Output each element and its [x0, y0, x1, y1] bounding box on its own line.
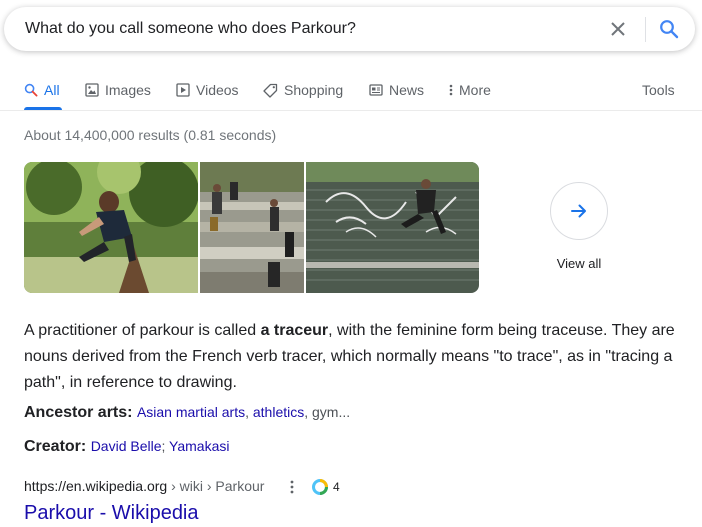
image-thumbnail[interactable]	[24, 162, 198, 293]
video-icon	[176, 83, 190, 97]
image-results	[24, 162, 479, 293]
news-icon	[369, 84, 383, 96]
result-domain: https://en.wikipedia.org	[24, 478, 168, 494]
result-path: › wiki › Parkour	[167, 478, 265, 494]
snippet-text-before: A practitioner of parkour is called	[24, 322, 261, 339]
tab-videos[interactable]: Videos	[176, 82, 239, 98]
ancestor-arts-link[interactable]: Asian martial arts	[137, 404, 245, 420]
search-divider	[645, 17, 646, 42]
tab-more-label: More	[459, 82, 491, 98]
tab-all[interactable]: All	[24, 82, 60, 98]
tabs-divider	[0, 110, 702, 111]
ancestor-arts-more: gym...	[312, 404, 351, 420]
ancestor-arts-label: Ancestor arts:	[24, 404, 133, 421]
search-box[interactable]: What do you call someone who does Parkou…	[4, 7, 695, 51]
search-input[interactable]: What do you call someone who does Parkou…	[25, 20, 356, 38]
creator-link[interactable]: Yamakasi	[169, 438, 229, 454]
image-thumbnail[interactable]	[200, 162, 304, 293]
tag-icon	[263, 83, 278, 98]
image-thumbnail[interactable]	[306, 162, 479, 293]
clear-icon[interactable]	[608, 19, 628, 39]
view-all-button[interactable]	[550, 182, 608, 240]
tools-label: Tools	[642, 82, 675, 98]
tab-more[interactable]: More	[449, 82, 491, 98]
badge-count: 4	[333, 480, 340, 494]
result-stats: About 14,400,000 results (0.81 seconds)	[24, 127, 277, 143]
tab-images-label: Images	[105, 82, 151, 98]
featured-snippet: A practitioner of parkour is called a tr…	[24, 318, 684, 396]
tab-images[interactable]: Images	[85, 82, 151, 98]
creator-link[interactable]: David Belle	[91, 438, 162, 454]
tab-all-label: All	[44, 82, 60, 98]
result-options-icon[interactable]	[286, 478, 298, 496]
ring-icon	[312, 479, 328, 495]
result-url: https://en.wikipedia.org › wiki › Parkou…	[24, 478, 264, 494]
snippet-highlight: a traceur	[260, 322, 329, 339]
tab-shopping-label: Shopping	[284, 82, 344, 98]
result-badge[interactable]: 4	[311, 478, 340, 496]
search-icon	[24, 83, 38, 97]
search-icon[interactable]	[658, 18, 680, 40]
tab-news-label: News	[389, 82, 425, 98]
creator-label: Creator:	[24, 438, 87, 455]
tab-videos-label: Videos	[196, 82, 239, 98]
ancestor-arts-row: Ancestor arts: Asian martial arts, athle…	[24, 404, 351, 421]
tab-news[interactable]: News	[369, 82, 424, 98]
arrow-right-icon	[571, 204, 586, 218]
search-tabs: All Images Videos Shopping News More Too…	[0, 82, 702, 102]
image-icon	[85, 83, 99, 97]
creator-row: Creator: David Belle; Yamakasi	[24, 438, 230, 455]
view-all-label[interactable]: View all	[531, 256, 627, 271]
ancestor-arts-link[interactable]: athletics	[253, 404, 304, 420]
result-title-link[interactable]: Parkour - Wikipedia	[24, 502, 199, 525]
vertical-dots-icon	[449, 84, 453, 96]
tools-button[interactable]: Tools	[642, 82, 675, 98]
tab-shopping[interactable]: Shopping	[263, 82, 343, 98]
